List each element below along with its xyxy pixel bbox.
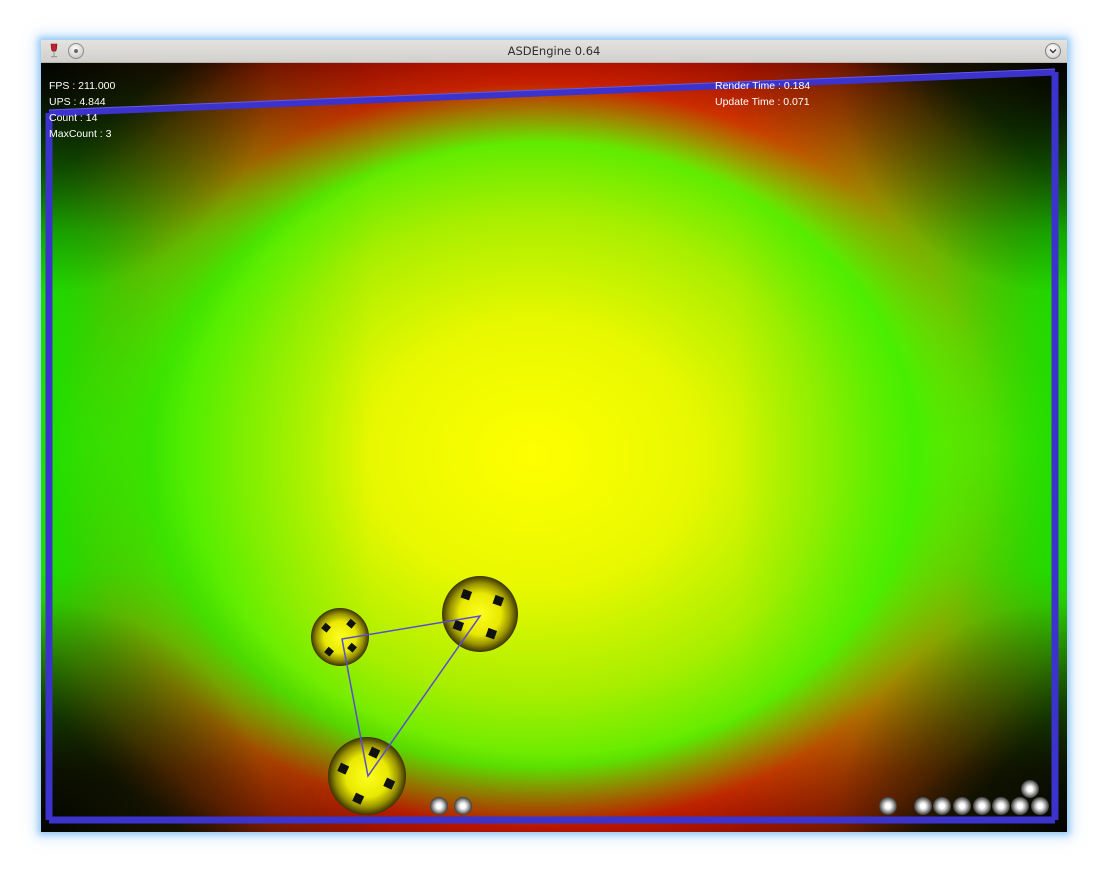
hud-stats-right: Render Time : 0.184 Update Time : 0.071 — [715, 78, 810, 110]
small-ball — [1031, 797, 1049, 815]
chevron-down-icon — [1049, 49, 1057, 54]
small-ball — [879, 797, 897, 815]
small-ball — [933, 797, 951, 815]
boundary-top-highlight — [48, 68, 1056, 111]
window-title: ASDEngine 0.64 — [507, 44, 601, 58]
small-ball — [1021, 780, 1039, 798]
big-ball — [442, 576, 518, 652]
small-ball — [430, 797, 448, 815]
big-ball — [328, 737, 406, 815]
small-ball — [914, 797, 932, 815]
max-count-readout: MaxCount : 3 — [49, 128, 112, 140]
fps-readout: FPS : 211.000 — [49, 80, 116, 92]
game-scene — [45, 68, 1059, 824]
boundary-top-wall — [48, 68, 1056, 117]
big-ball — [311, 608, 369, 666]
ups-readout: UPS : 4.844 — [49, 96, 106, 108]
small-ball — [953, 797, 971, 815]
count-readout: Count : 14 — [49, 112, 98, 124]
title-bar[interactable]: ASDEngine 0.64 — [41, 40, 1067, 63]
render-time-readout: Render Time : 0.184 — [715, 80, 811, 92]
window-menu-button[interactable] — [1045, 43, 1061, 59]
hud-stats-left: FPS : 211.000 UPS : 4.844 Count : 14 Max… — [49, 78, 115, 142]
small-ball — [1011, 797, 1029, 815]
game-canvas[interactable]: FPS : 211.000 UPS : 4.844 Count : 14 Max… — [41, 63, 1067, 832]
app-window: ASDEngine 0.64 FPS: 211.000 UPS: 4.844… — [41, 40, 1067, 832]
small-ball — [992, 797, 1010, 815]
small-ball — [973, 797, 991, 815]
small-ball — [454, 797, 472, 815]
update-time-readout: Update Time : 0.071 — [715, 96, 810, 108]
